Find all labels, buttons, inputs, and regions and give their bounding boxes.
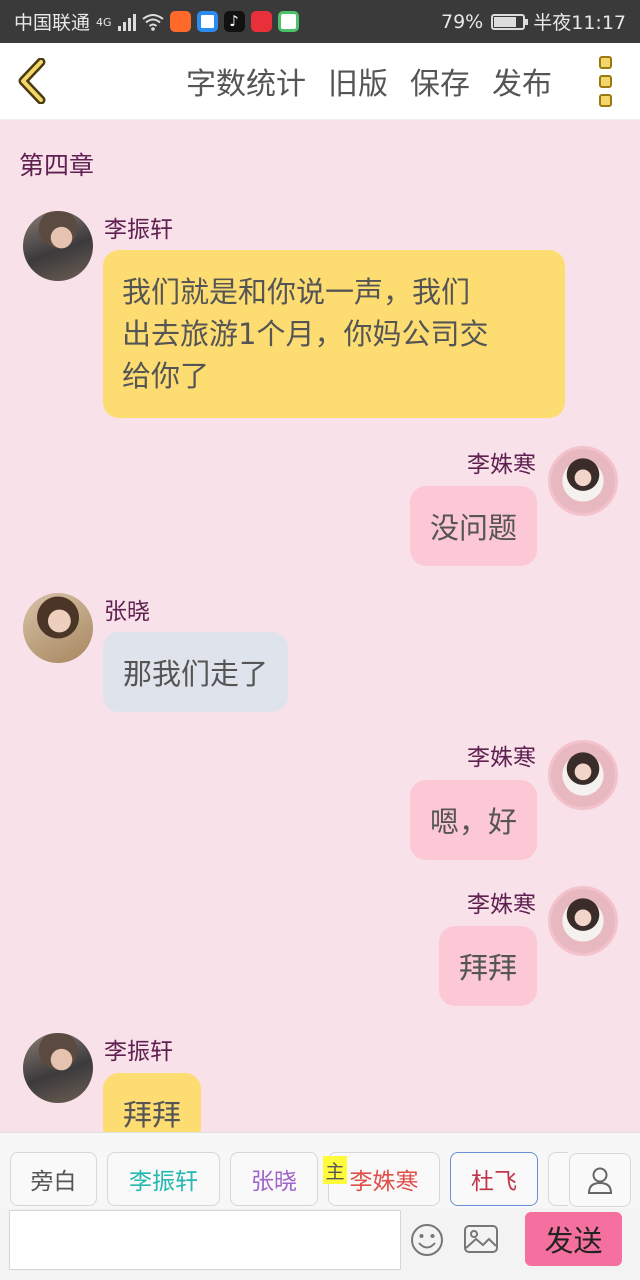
xiaohongshu-icon — [250, 11, 272, 32]
send-button[interactable]: 发送 — [525, 1212, 622, 1266]
video-app-icon — [277, 11, 299, 32]
message-line: 给你了 — [122, 359, 210, 393]
more-menu-button[interactable] — [580, 55, 630, 107]
person-icon — [587, 1167, 613, 1194]
role-partial[interactable] — [548, 1152, 568, 1206]
avatar[interactable] — [548, 740, 618, 810]
message-bubble[interactable]: 我们就是和你说一声，我们 出去旅游1个月，你妈公司交 给你了 — [103, 250, 565, 418]
message-bubble[interactable]: 没问题 — [409, 486, 537, 566]
chat-area[interactable]: 第四章 李振轩 我们就是和你说一声，我们 出去旅游1个月，你妈公司交 给你了 李… — [0, 120, 640, 1132]
role-zhang-xiao[interactable]: 张晓 — [230, 1152, 318, 1206]
speaker-name: 李姝寒 — [467, 892, 536, 918]
publish-button[interactable]: 发布 — [492, 59, 552, 103]
qq-browser-icon — [196, 11, 218, 32]
emoji-icon — [411, 1224, 443, 1256]
battery-icon — [491, 13, 529, 30]
role-du-fei[interactable]: 杜飞 — [450, 1152, 538, 1206]
message-line: 我们就是和你说一声，我们 — [122, 275, 471, 309]
chapter-title: 第四章 — [19, 151, 95, 180]
speaker-name: 李姝寒 — [467, 745, 536, 771]
message-bubble[interactable]: 拜拜 — [103, 1073, 202, 1132]
kuaishou-icon — [169, 11, 191, 32]
image-button[interactable] — [463, 1224, 499, 1258]
battery-percent: 79% — [441, 10, 484, 33]
signal-icon — [117, 13, 136, 31]
clock: 半夜11:17 — [533, 12, 626, 34]
message-input[interactable] — [9, 1210, 401, 1270]
network-type: 4G — [96, 16, 112, 29]
word-count-button[interactable]: 字数统计 — [186, 59, 306, 103]
image-icon — [464, 1225, 498, 1253]
menu-dot-icon — [598, 74, 612, 88]
emoji-button[interactable] — [409, 1222, 445, 1262]
save-button[interactable]: 保存 — [410, 59, 470, 103]
avatar[interactable] — [23, 211, 93, 281]
speaker-name: 李振轩 — [104, 1039, 173, 1065]
message-bubble[interactable]: 拜拜 — [438, 926, 537, 1006]
avatar[interactable] — [23, 1033, 93, 1103]
old-version-button[interactable]: 旧版 — [328, 59, 388, 103]
speaker-name: 李振轩 — [104, 217, 173, 243]
menu-dot-icon — [598, 93, 612, 107]
avatar[interactable] — [23, 593, 93, 663]
tiktok-icon: ♪ — [223, 11, 245, 32]
editor-toolbar: 字数统计 旧版 保存 发布 — [0, 43, 640, 120]
carrier-label: 中国联通 — [14, 12, 91, 34]
back-arrow-icon — [18, 58, 46, 104]
back-button[interactable] — [0, 43, 64, 120]
message-bubble[interactable]: 那我们走了 — [103, 632, 289, 712]
message-line: 出去旅游1个月，你妈公司交 — [122, 317, 489, 351]
avatar[interactable] — [548, 886, 618, 956]
speaker-name: 张晓 — [104, 599, 150, 625]
role-narrator[interactable]: 旁白 — [10, 1152, 97, 1206]
avatar[interactable] — [548, 446, 618, 516]
menu-dot-icon — [598, 55, 612, 69]
status-bar: 中国联通 4G ♪ 79% 半夜11:17 — [0, 0, 640, 43]
wifi-icon — [141, 13, 164, 31]
host-tag: 主 — [323, 1156, 347, 1184]
role-li-zhenxuan[interactable]: 李振轩 — [107, 1152, 220, 1206]
role-manager-button[interactable] — [569, 1153, 631, 1207]
battery-fill — [494, 16, 517, 27]
message-bubble[interactable]: 嗯，好 — [409, 780, 537, 860]
speaker-name: 李姝寒 — [467, 452, 536, 478]
